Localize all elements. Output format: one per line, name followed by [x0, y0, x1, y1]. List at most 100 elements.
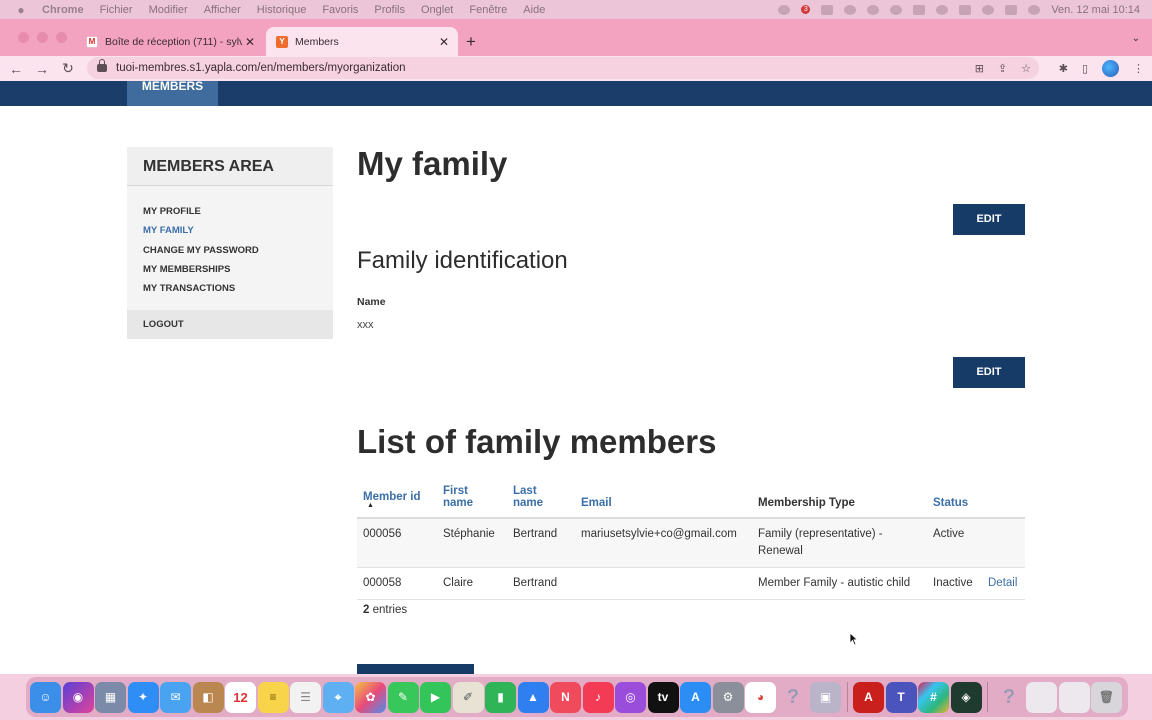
vpn-icon[interactable]: ◈ [950, 681, 982, 713]
tab-gmail[interactable]: M Boîte de réception (711) - sylvi ✕ [76, 27, 264, 56]
numbers-icon[interactable]: ▮ [485, 681, 516, 713]
music-icon[interactable]: ♪ [582, 681, 614, 713]
forward-button[interactable]: → [29, 61, 55, 77]
header-status[interactable]: Status [927, 475, 982, 519]
battery-icon[interactable] [913, 4, 926, 15]
teams-icon[interactable]: T [885, 681, 917, 713]
edit-identification-button[interactable]: EDIT [953, 357, 1025, 388]
trash-icon[interactable]: 🗑 [1091, 681, 1122, 713]
minimize-window-button[interactable] [37, 32, 48, 43]
profile-avatar[interactable] [1102, 60, 1119, 77]
detail-link[interactable]: Detail [988, 577, 1017, 589]
mail-icon[interactable]: ✉ [160, 681, 191, 713]
close-icon[interactable]: ✕ [436, 35, 452, 49]
help-icon[interactable]: ? [778, 682, 809, 713]
reload-button[interactable]: ↻ [55, 60, 81, 77]
tab-members[interactable]: Y Members ✕ [266, 27, 458, 56]
chrome-icon[interactable]: ◕ [745, 681, 776, 713]
news-icon[interactable]: N [550, 681, 581, 713]
header-email[interactable]: Email [575, 475, 752, 519]
control-center-icon[interactable] [1005, 4, 1018, 15]
contacts-icon[interactable]: ◧ [192, 681, 224, 713]
bookmark-star-icon[interactable]: ☆ [1021, 62, 1031, 75]
menu-fichier[interactable]: Fichier [100, 4, 133, 16]
url-text[interactable]: tuoi-membres.s1.yapla.com/en/members/myo… [116, 62, 406, 74]
app-store-icon[interactable]: A [680, 681, 711, 713]
window-controls [18, 32, 67, 43]
menu-favoris[interactable]: Favoris [322, 4, 358, 16]
page-title: My family [357, 145, 508, 182]
sync-icon[interactable] [844, 4, 857, 15]
wifi-icon[interactable] [936, 4, 949, 15]
side-panel-icon[interactable]: ▯ [1082, 62, 1088, 75]
preview-icon[interactable]: ▣ [810, 681, 841, 713]
translate-icon[interactable]: ⊞ [975, 62, 984, 75]
menu-profils[interactable]: Profils [374, 4, 405, 16]
microphone-icon[interactable] [778, 4, 791, 15]
slack-icon[interactable]: # [918, 681, 949, 713]
sidebar-item-my-transactions[interactable]: MY TRANSACTIONS [143, 279, 333, 298]
display-icon[interactable] [959, 4, 972, 15]
header-member-id[interactable]: Member id ▲ [357, 475, 437, 519]
podcasts-icon[interactable]: ◎ [615, 681, 646, 713]
safari-icon[interactable]: ✦ [127, 681, 159, 713]
maps-icon[interactable]: ⌖ [322, 681, 354, 713]
system-settings-icon[interactable]: ⚙ [712, 681, 744, 713]
zoom-window-button[interactable] [56, 32, 67, 43]
acrobat-icon[interactable]: A [853, 681, 884, 713]
menu-aide[interactable]: Aide [523, 4, 545, 16]
apple-icon[interactable]: ● [14, 3, 28, 17]
freeform-icon[interactable]: ✐ [452, 681, 484, 713]
window-thumbnail-icon[interactable] [1058, 681, 1090, 713]
launchpad-icon[interactable]: ▦ [95, 681, 126, 713]
address-bar[interactable]: tuoi-membres.s1.yapla.com/en/members/myo… [87, 57, 1039, 79]
notification-badge[interactable]: 3 [801, 5, 811, 14]
menu-fenetre[interactable]: Fenêtre [469, 4, 507, 16]
messages-icon[interactable]: ✎ [387, 681, 419, 713]
window-thumbnail-icon[interactable] [1026, 681, 1057, 713]
new-tab-button[interactable]: + [466, 32, 476, 52]
back-button[interactable]: ← [3, 61, 29, 77]
page-viewport: MEMBERS MEMBERS AREA MY PROFILE MY FAMIL… [0, 81, 1152, 674]
photos-icon[interactable]: ✿ [355, 681, 386, 713]
main-content: My family EDIT Family identification Nam… [357, 81, 1025, 674]
reminders-icon[interactable]: ☰ [290, 681, 321, 713]
lock-icon[interactable] [97, 59, 107, 72]
edit-family-button[interactable]: EDIT [953, 204, 1025, 235]
extensions-icon[interactable]: ✱ [1059, 62, 1068, 75]
menubar-clock[interactable]: Ven. 12 mai 10:14 [1051, 4, 1140, 16]
header-first-name[interactable]: First name [437, 475, 507, 519]
menu-modifier[interactable]: Modifier [149, 4, 188, 16]
header-last-name[interactable]: Last name [507, 475, 575, 519]
chevron-down-icon[interactable]: ⌄ [1132, 33, 1140, 44]
sidebar-item-change-password[interactable]: CHANGE MY PASSWORD [143, 241, 333, 260]
cell-email: mariusetsylvie+co@gmail.com [575, 518, 752, 568]
menu-app-name[interactable]: Chrome [42, 4, 84, 16]
share-icon[interactable]: ⇪ [998, 62, 1007, 75]
nav-tab-members[interactable]: MEMBERS [127, 81, 218, 106]
apple-tv-icon[interactable]: tv [647, 681, 679, 713]
close-window-button[interactable] [18, 32, 29, 43]
help-icon[interactable]: ? [994, 682, 1025, 713]
menu-onglet[interactable]: Onglet [421, 4, 453, 16]
sidebar-item-my-memberships[interactable]: MY MEMBERSHIPS [143, 260, 333, 279]
hd-icon[interactable] [821, 4, 834, 15]
add-member-button[interactable] [357, 664, 474, 674]
bluetooth-icon[interactable] [890, 4, 903, 15]
facetime-icon[interactable]: ▶ [420, 681, 451, 713]
menu-historique[interactable]: Historique [257, 4, 307, 16]
notes-icon[interactable]: ≡ [257, 681, 289, 713]
more-menu-icon[interactable]: ⋮ [1133, 62, 1144, 75]
siri-icon[interactable]: ◉ [62, 681, 94, 713]
sidebar-item-my-profile[interactable]: MY PROFILE [143, 202, 333, 221]
close-icon[interactable]: ✕ [242, 35, 258, 49]
keynote-icon[interactable]: ▲ [517, 681, 549, 713]
siri-icon[interactable] [1028, 4, 1041, 15]
finder-icon[interactable]: ☺ [30, 681, 61, 713]
link-icon[interactable] [867, 4, 880, 15]
menu-afficher[interactable]: Afficher [204, 4, 241, 16]
calendar-icon[interactable]: 12 [225, 681, 256, 713]
sidebar-item-my-family[interactable]: MY FAMILY [143, 221, 333, 240]
search-icon[interactable] [982, 4, 995, 15]
logout-link[interactable]: LOGOUT [127, 310, 333, 340]
